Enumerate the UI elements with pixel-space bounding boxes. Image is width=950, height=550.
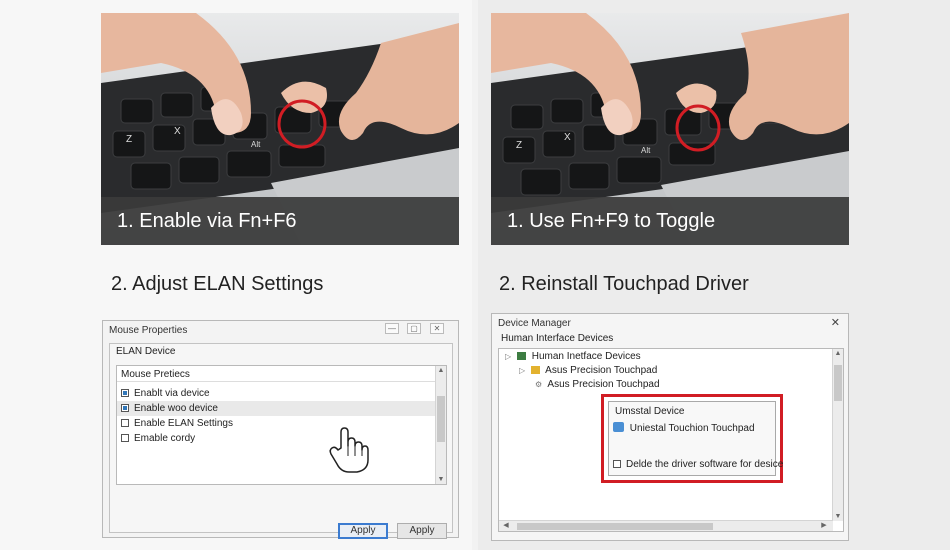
apply-button-secondary[interactable]: Apply [397, 523, 447, 539]
checkbox-label: Delde the driver software for desice [626, 459, 784, 470]
scroll-down-arrow-icon[interactable]: ▼ [436, 476, 446, 483]
list-item[interactable]: Enable ELAN Settings [121, 416, 233, 431]
tree-root-label: Human Inetface Devices [531, 351, 641, 362]
key-alt-label: Alt [251, 140, 261, 149]
key-z-label: Z [516, 140, 523, 151]
horizontal-scrollbar[interactable]: ◀ ▶ [499, 520, 833, 531]
scroll-thumb[interactable] [834, 365, 842, 401]
fn-f9-caption: 1. Use Fn+F9 to Toggle [491, 197, 849, 245]
close-icon[interactable]: ✕ [831, 316, 840, 329]
maximize-button[interactable]: ▢ [407, 323, 421, 334]
key-alt-label: Alt [641, 146, 651, 155]
scroll-down-arrow-icon[interactable]: ▼ [833, 513, 843, 520]
list-item-label: Enablt via device [134, 388, 210, 399]
action-label: Uniestal Touchion Touchpad [629, 423, 755, 434]
hand-cursor-icon [329, 427, 369, 473]
scroll-left-arrow-icon[interactable]: ◀ [501, 521, 511, 529]
scroll-up-arrow-icon[interactable]: ▲ [436, 367, 446, 374]
checkbox[interactable] [121, 419, 129, 427]
elan-device-tab-panel: ELAN Device Mouse Pretiecs Enablt via de… [109, 343, 453, 539]
mouse-properties-window: Mouse Properties — ▢ ✕ ELAN Device Mouse… [102, 320, 459, 539]
scroll-thumb[interactable] [437, 396, 445, 442]
tree-grandchild-label: Asus Precision Touchpad [547, 379, 660, 390]
checkbox[interactable] [121, 389, 129, 397]
list-header: Mouse Pretiecs [121, 369, 190, 380]
list-item-label: Enable woo device [134, 403, 218, 414]
elan-settings-heading: 2. Adjust ELAN Settings [111, 273, 324, 295]
list-item-label: Emable cordy [134, 433, 196, 444]
uninstall-touchpad-action[interactable]: Uniestal Touchion Touchpad [613, 422, 755, 434]
tree-child-label: Asus Precision Touchpad [545, 365, 658, 376]
tab-elan-device[interactable]: ELAN Device [116, 346, 175, 357]
fn-f6-caption: 1. Enable via Fn+F6 [101, 197, 459, 245]
key-z-label: Z [126, 134, 133, 145]
list-header-row: Mouse Pretiecs [117, 366, 436, 382]
device-manager-window: Device Manager ✕ Human Interface Devices… [491, 313, 849, 541]
section-label: Human Interface Devices [501, 333, 614, 344]
window-title: Mouse Properties [109, 325, 188, 336]
checkbox[interactable] [121, 404, 129, 412]
settings-list: Mouse Pretiecs Enablt via device Enable … [116, 365, 447, 485]
tree-grandchild-item[interactable]: ⚙ Asus Precision Touchpad [535, 379, 660, 390]
key-x-label: X [564, 132, 571, 143]
device-folder-icon [530, 366, 540, 374]
delete-driver-checkbox[interactable] [613, 460, 621, 468]
reinstall-driver-heading: 2. Reinstall Touchpad Driver [499, 273, 749, 295]
list-item-label: Enable ELAN Settings [134, 418, 233, 429]
delete-driver-option[interactable]: Delde the driver software for desice [613, 459, 783, 470]
dialog-title: Umsstal Device [615, 406, 685, 417]
fn-f9-photo: Z X Alt 1. Use Fn+F9 to Toggle [491, 13, 849, 245]
vertical-scrollbar[interactable]: ▲ ▼ [435, 366, 446, 484]
scroll-thumb[interactable] [517, 523, 713, 530]
tree-root-item[interactable]: ▷ Human Inetface Devices [505, 351, 641, 362]
list-item[interactable]: Emable cordy [121, 431, 195, 446]
touchpad-device-icon [613, 422, 624, 432]
close-button[interactable]: ✕ [430, 323, 444, 334]
window-title: Device Manager [498, 318, 571, 329]
hid-folder-icon [516, 352, 526, 360]
key-x-label: X [174, 126, 181, 137]
checkbox[interactable] [121, 434, 129, 442]
list-item[interactable]: Enable woo device [117, 401, 436, 416]
apply-button[interactable]: Apply [338, 523, 388, 539]
list-item[interactable]: Enablt via device [121, 386, 210, 401]
vertical-scrollbar[interactable]: ▲ ▼ [832, 349, 843, 521]
scroll-right-arrow-icon[interactable]: ▶ [819, 521, 829, 529]
uninstall-device-dialog: Umsstal Device Uniestal Touchion Touchpa… [608, 401, 783, 476]
fn-f6-photo: Z X Alt 1. Enable via Fn+F6 [101, 13, 459, 245]
minimize-button[interactable]: — [385, 323, 399, 334]
scroll-up-arrow-icon[interactable]: ▲ [833, 350, 843, 357]
tree-child-item[interactable]: ▷ Asus Precision Touchpad [519, 365, 657, 376]
device-tree: ▷ Human Inetface Devices ▷ Asus Precisio… [498, 348, 844, 532]
highlight-box: Umsstal Device Uniestal Touchion Touchpa… [601, 394, 783, 483]
